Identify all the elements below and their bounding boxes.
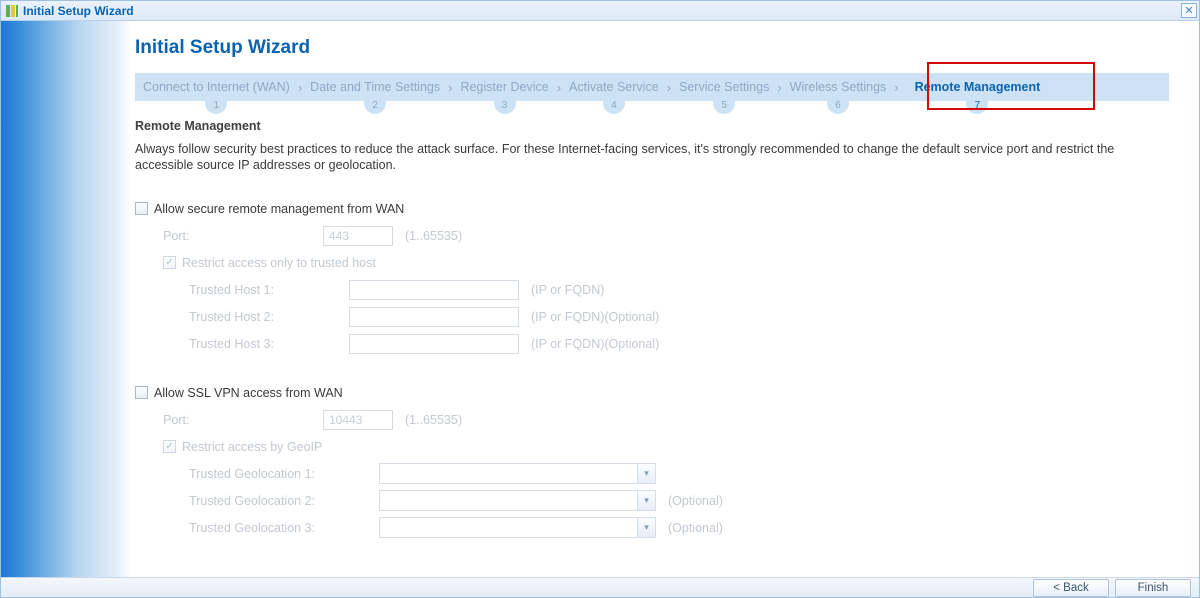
restrict-geoip-checkbox[interactable]: ✓ bbox=[163, 440, 176, 453]
restrict-trusted-host-label: Restrict access only to trusted host bbox=[182, 256, 376, 270]
close-button[interactable]: ✕ bbox=[1181, 3, 1197, 18]
window-title: Initial Setup Wizard bbox=[23, 4, 134, 18]
chevron-right-icon: › bbox=[448, 80, 452, 95]
chevron-right-icon: › bbox=[557, 80, 561, 95]
allow-remote-mgmt-label: Allow secure remote management from WAN bbox=[154, 202, 404, 216]
wizard-steps-bar: Connect to Internet (WAN) 1 › Date and T… bbox=[135, 73, 1169, 101]
allow-sslvpn-row: Allow SSL VPN access from WAN bbox=[135, 379, 1169, 406]
trusted-host1-hint: (IP or FQDN) bbox=[531, 283, 604, 297]
geo3-combo[interactable]: ▾ bbox=[379, 517, 656, 538]
geo2-combo[interactable]: ▾ bbox=[379, 490, 656, 511]
section-heading: Remote Management bbox=[135, 119, 1169, 133]
allow-sslvpn-checkbox[interactable] bbox=[135, 386, 148, 399]
geo3-hint: (Optional) bbox=[668, 521, 723, 535]
step-4[interactable]: Activate Service 4 bbox=[565, 80, 663, 94]
chevron-right-icon: › bbox=[667, 80, 671, 95]
trusted-host3-input[interactable] bbox=[349, 334, 519, 354]
wizard-footer: < Back Finish bbox=[1, 577, 1199, 597]
step-1[interactable]: Connect to Internet (WAN) 1 bbox=[139, 80, 294, 94]
remote-port-label: Port: bbox=[163, 229, 323, 243]
step-6[interactable]: Wireless Settings 6 bbox=[786, 80, 891, 94]
finish-button[interactable]: Finish bbox=[1115, 579, 1191, 597]
chevron-right-icon: › bbox=[894, 80, 898, 95]
chevron-down-icon: ▾ bbox=[637, 491, 655, 510]
trusted-host2-label: Trusted Host 2: bbox=[189, 310, 349, 324]
allow-remote-mgmt-row: Allow secure remote management from WAN bbox=[135, 195, 1169, 222]
geo3-label: Trusted Geolocation 3: bbox=[189, 521, 379, 535]
trusted-host3-hint: (IP or FQDN)(Optional) bbox=[531, 337, 659, 351]
step-2[interactable]: Date and Time Settings 2 bbox=[306, 80, 444, 94]
chevron-down-icon: ▾ bbox=[637, 518, 655, 537]
chevron-down-icon: ▾ bbox=[637, 464, 655, 483]
title-bar: Initial Setup Wizard ✕ bbox=[1, 1, 1199, 21]
step-7-active[interactable]: Remote Management 7 bbox=[903, 80, 1053, 94]
chevron-right-icon: › bbox=[298, 80, 302, 95]
geo2-label: Trusted Geolocation 2: bbox=[189, 494, 379, 508]
trusted-host2-hint: (IP or FQDN)(Optional) bbox=[531, 310, 659, 324]
step-3[interactable]: Register Device 3 bbox=[456, 80, 552, 94]
allow-remote-mgmt-checkbox[interactable] bbox=[135, 202, 148, 215]
step-5[interactable]: Service Settings 5 bbox=[675, 80, 773, 94]
geo2-hint: (Optional) bbox=[668, 494, 723, 508]
restrict-geoip-label: Restrict access by GeoIP bbox=[182, 440, 322, 454]
trusted-host1-label: Trusted Host 1: bbox=[189, 283, 349, 297]
page-title: Initial Setup Wizard bbox=[135, 37, 1169, 59]
trusted-host3-label: Trusted Host 3: bbox=[189, 337, 349, 351]
remote-port-hint: (1..65535) bbox=[405, 229, 462, 243]
back-button[interactable]: < Back bbox=[1033, 579, 1109, 597]
chevron-right-icon: › bbox=[777, 80, 781, 95]
section-description: Always follow security best practices to… bbox=[135, 141, 1145, 173]
trusted-host1-input[interactable] bbox=[349, 280, 519, 300]
sslvpn-port-input[interactable] bbox=[323, 410, 393, 430]
geo1-label: Trusted Geolocation 1: bbox=[189, 467, 379, 481]
restrict-trusted-host-checkbox[interactable]: ✓ bbox=[163, 256, 176, 269]
remote-port-input[interactable] bbox=[323, 226, 393, 246]
app-icon bbox=[5, 4, 19, 18]
allow-sslvpn-label: Allow SSL VPN access from WAN bbox=[154, 386, 343, 400]
sslvpn-port-label: Port: bbox=[163, 413, 323, 427]
side-gradient bbox=[1, 21, 131, 579]
trusted-host2-input[interactable] bbox=[349, 307, 519, 327]
geo1-combo[interactable]: ▾ bbox=[379, 463, 656, 484]
sslvpn-port-hint: (1..65535) bbox=[405, 413, 462, 427]
